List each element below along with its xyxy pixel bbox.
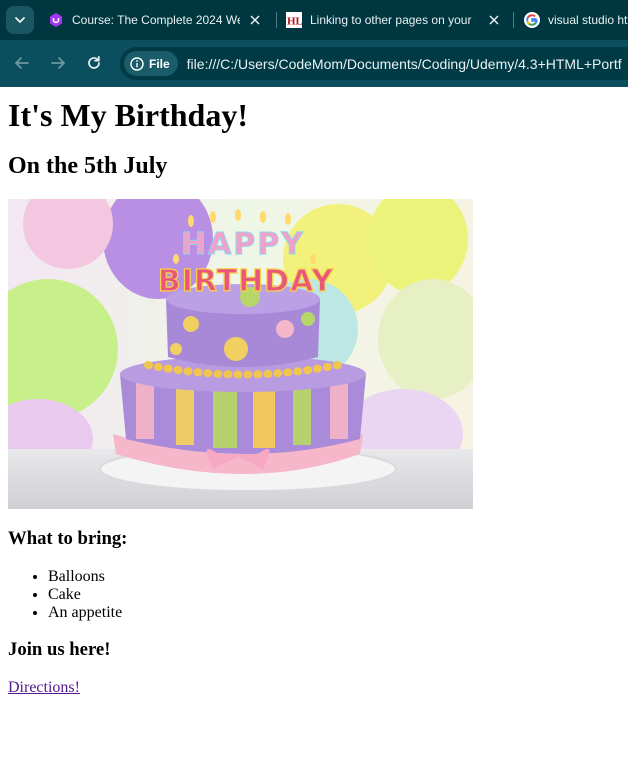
tab-visual-studio[interactable]: visual studio htt xyxy=(524,4,628,36)
info-icon xyxy=(130,56,144,71)
site-chip-label: File xyxy=(149,56,170,71)
reload-icon xyxy=(88,55,100,69)
directions-link[interactable]: Directions! xyxy=(8,679,80,697)
tab-title: Linking to other pages on your xyxy=(310,13,472,27)
hl-icon: HL xyxy=(286,12,302,28)
chevron-down-icon xyxy=(15,17,25,24)
birthday-cake-image: HAPPY BIRTHDAY xyxy=(8,199,473,509)
browser-toolbar: File file:///C:/Users/CodeMom/Documents/… xyxy=(0,40,628,87)
svg-text:BIRTHDAY: BIRTHDAY xyxy=(158,264,335,299)
reload-button[interactable] xyxy=(82,51,106,75)
browser-chrome: Course: The Complete 2024 Web HL Linking… xyxy=(0,0,628,87)
back-button[interactable] xyxy=(10,51,34,75)
bring-list: Balloons Cake An appetite xyxy=(8,568,620,622)
close-tab-icon[interactable] xyxy=(487,13,501,27)
page-title: It's My Birthday! xyxy=(8,97,248,133)
page-body: It's My Birthday! On the 5th July HAPPY … xyxy=(8,87,620,697)
list-item: An appetite xyxy=(48,604,620,622)
forward-button[interactable] xyxy=(46,51,70,75)
tab-title: visual studio htt xyxy=(548,13,628,27)
svg-text:HAPPY: HAPPY xyxy=(181,227,305,262)
udemy-icon xyxy=(48,12,64,28)
list-item: Cake xyxy=(48,586,620,604)
address-bar[interactable]: File file:///C:/Users/CodeMom/Documents/… xyxy=(120,47,628,80)
page-subtitle: On the 5th July xyxy=(8,153,168,179)
tab-linking-pages[interactable]: HL Linking to other pages on your xyxy=(286,4,512,36)
google-icon xyxy=(524,12,540,28)
bring-heading: What to bring: xyxy=(8,528,128,549)
tab-udemy-course[interactable]: Course: The Complete 2024 Web xyxy=(48,4,274,36)
arrow-left-icon xyxy=(14,57,29,69)
tab-search-button[interactable] xyxy=(6,6,34,34)
arrow-right-icon xyxy=(51,57,66,69)
url-text[interactable]: file:///C:/Users/CodeMom/Documents/Codin… xyxy=(187,56,627,72)
tab-strip: Course: The Complete 2024 Web HL Linking… xyxy=(0,0,628,40)
join-heading: Join us here! xyxy=(8,639,111,660)
tab-separator xyxy=(276,12,277,28)
tab-title: Course: The Complete 2024 Web xyxy=(72,13,240,27)
svg-text:HL: HL xyxy=(287,16,302,28)
tab-separator xyxy=(513,12,514,28)
site-info-chip[interactable]: File xyxy=(124,51,178,76)
close-tab-icon[interactable] xyxy=(248,13,262,27)
list-item: Balloons xyxy=(48,568,620,586)
